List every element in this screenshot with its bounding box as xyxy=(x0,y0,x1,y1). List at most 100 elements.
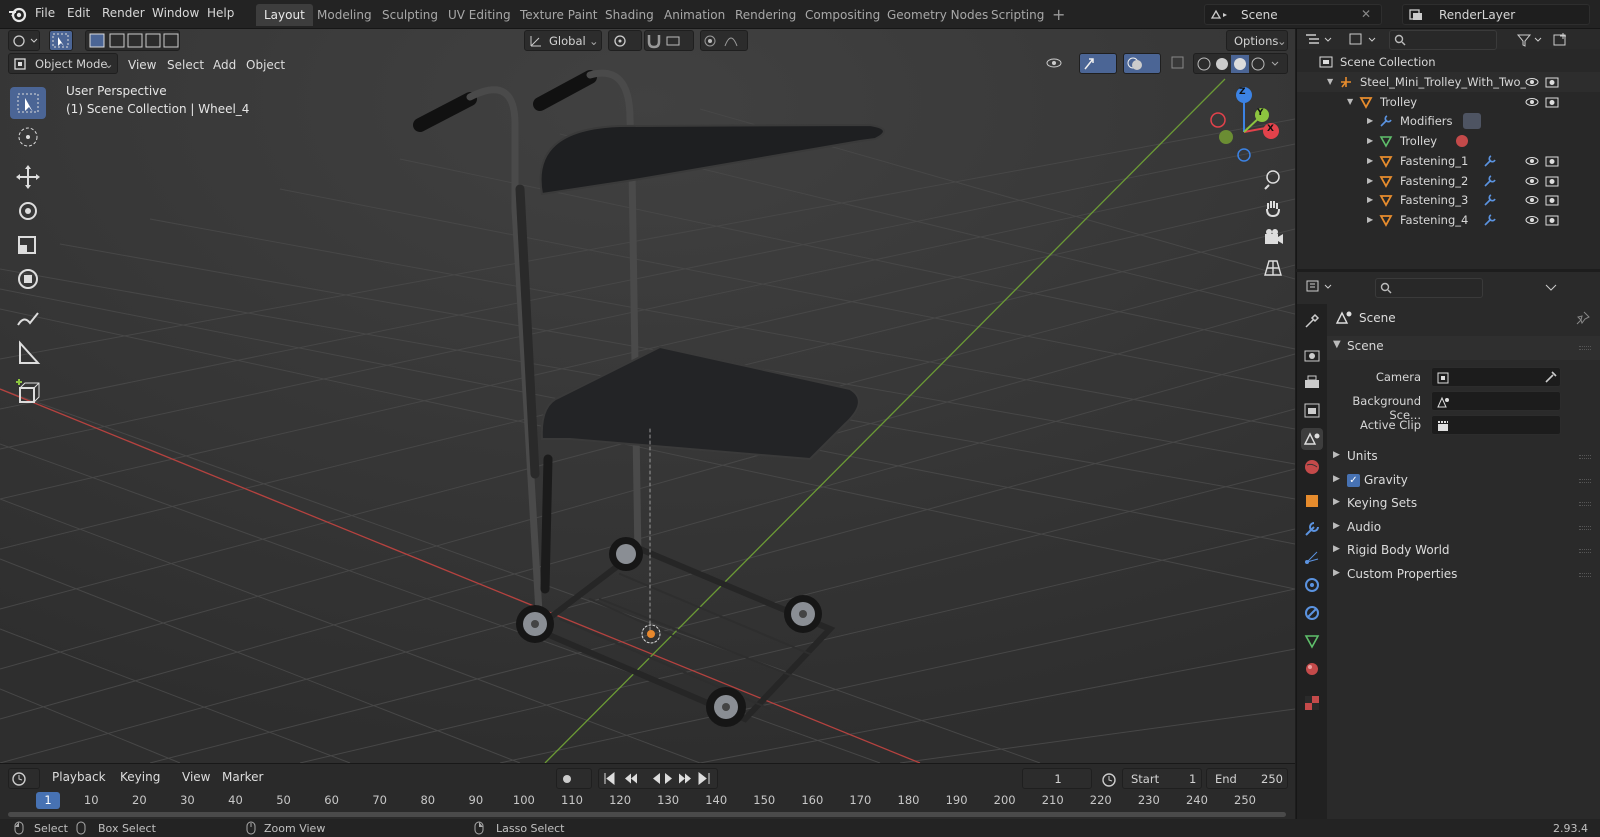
expand-triangle-icon[interactable]: ▶ xyxy=(1367,210,1373,230)
shading-mode-buttons[interactable] xyxy=(1193,53,1288,74)
visibility-eye-icon[interactable] xyxy=(1525,194,1539,206)
playback-controls[interactable] xyxy=(598,768,718,789)
render-camera-toggle-icon[interactable] xyxy=(1545,155,1559,167)
pan-button[interactable] xyxy=(1260,195,1286,221)
modifier-wrench-icon[interactable] xyxy=(1483,174,1501,188)
timeline-scrollbar[interactable] xyxy=(8,812,1286,817)
auto-keying-button[interactable] xyxy=(556,768,592,789)
tab-sculpting[interactable]: Sculpting xyxy=(374,4,446,26)
tab-animation[interactable]: Animation xyxy=(656,4,733,26)
viewport-menu-view[interactable]: View xyxy=(128,55,156,75)
outliner-row[interactable]: ▶ Fastening_3 xyxy=(1297,190,1600,210)
view-layer-selector[interactable]: RenderLayer xyxy=(1402,4,1590,25)
tab-physics[interactable] xyxy=(1301,574,1323,596)
3d-viewport[interactable]: Z X Y Global ⌄ Options ⌄ Object Mode ⌄ V… xyxy=(0,29,1295,763)
viewport-menu-select[interactable]: Select xyxy=(167,55,204,75)
tab-data[interactable] xyxy=(1301,630,1323,652)
wheel-back-right[interactable] xyxy=(784,595,822,633)
render-camera-toggle-icon[interactable] xyxy=(1545,76,1559,88)
outliner-row[interactable]: ▶ Fastening_1 xyxy=(1297,151,1600,171)
wheel-front-left[interactable] xyxy=(516,605,554,643)
expand-triangle-icon[interactable]: ▶ xyxy=(1367,151,1373,171)
outliner-search-input[interactable] xyxy=(1389,30,1497,50)
tab-texture-paint[interactable]: Texture Paint xyxy=(512,4,605,26)
expand-triangle-icon[interactable]: ▶ xyxy=(1367,131,1373,151)
outliner-row[interactable]: ▶ Fastening_4 xyxy=(1297,210,1600,230)
expand-triangle-icon[interactable]: ▶ xyxy=(1367,190,1373,210)
visibility-eye-icon[interactable] xyxy=(1525,155,1539,167)
measure-tool[interactable] xyxy=(10,337,46,369)
eyedropper-icon[interactable] xyxy=(1544,370,1558,384)
modifier-badge-icon[interactable] xyxy=(1463,113,1481,130)
end-frame-field[interactable]: End 250 xyxy=(1206,768,1288,789)
tab-layout[interactable]: Layout xyxy=(256,4,313,26)
gravity-checkbox[interactable]: ✓ xyxy=(1347,473,1360,487)
mode-dropdown[interactable]: Object Mode ⌄ xyxy=(8,53,118,74)
tab-view-layer[interactable] xyxy=(1301,400,1323,422)
tab-compositing[interactable]: Compositing xyxy=(797,4,888,26)
tab-modifiers[interactable] xyxy=(1301,518,1323,540)
options-dropdown[interactable]: Options ⌄ xyxy=(1226,30,1288,51)
outliner-row[interactable]: ▼ Steel_Mini_Trolley_With_Two_ xyxy=(1297,72,1600,92)
move-tool[interactable] xyxy=(10,161,46,193)
tab-geometry-nodes[interactable]: Geometry Nodes xyxy=(879,4,996,26)
properties-search-input[interactable] xyxy=(1375,278,1483,298)
viewport-menu-object[interactable]: Object xyxy=(246,55,285,75)
add-workspace-icon[interactable]: + xyxy=(1044,4,1073,26)
pin-icon[interactable] xyxy=(1575,310,1591,326)
scene-close-icon[interactable]: ✕ xyxy=(1361,7,1371,21)
cursor-tool[interactable] xyxy=(10,121,46,153)
panel-grip-icon[interactable] xyxy=(1579,478,1591,483)
ortho-toggle-button[interactable] xyxy=(1260,255,1286,281)
timeline-menu-marker[interactable]: Marker xyxy=(222,770,263,784)
outliner-row[interactable]: ▶ Fastening_2 xyxy=(1297,171,1600,191)
selection-mode-buttons[interactable] xyxy=(85,30,180,51)
tab-particles[interactable] xyxy=(1301,546,1323,568)
expand-triangle-icon[interactable]: ▼ xyxy=(1347,92,1353,112)
zoom-button[interactable] xyxy=(1260,166,1286,192)
tab-render[interactable] xyxy=(1301,344,1323,366)
visibility-eye-icon[interactable] xyxy=(1525,175,1539,187)
expand-triangle-icon[interactable]: ▶ xyxy=(1367,171,1373,191)
timeline-menu-view[interactable]: View xyxy=(182,770,210,784)
tab-material[interactable] xyxy=(1301,658,1323,680)
tab-uv-editing[interactable]: UV Editing xyxy=(440,4,519,26)
new-collection-icon[interactable] xyxy=(1551,32,1571,48)
panel-gravity[interactable]: ▶ ✓ Gravity xyxy=(1327,470,1600,492)
tab-rendering[interactable]: Rendering xyxy=(727,4,804,26)
panel-grip-icon[interactable] xyxy=(1579,346,1591,350)
modifier-wrench-icon[interactable] xyxy=(1483,193,1501,207)
proportional-edit-buttons[interactable] xyxy=(700,30,748,51)
camera-field[interactable] xyxy=(1431,367,1561,387)
timeline-menu-keying[interactable]: Keying xyxy=(120,770,160,784)
panel-grip-icon[interactable] xyxy=(1579,525,1591,530)
properties-editor-icon[interactable] xyxy=(1305,279,1335,295)
pivot-point-dropdown[interactable] xyxy=(608,30,642,51)
timeline-menu-playback[interactable]: Playback xyxy=(52,770,106,784)
properties-options-chevron-icon[interactable] xyxy=(1543,279,1559,295)
outliner-scene-collection[interactable]: Scene Collection xyxy=(1297,52,1600,72)
panel-custom-properties[interactable]: ▶ Custom Properties xyxy=(1327,564,1600,586)
add-cube-tool[interactable] xyxy=(10,377,46,409)
transform-orientation-dropdown[interactable]: Global ⌄ xyxy=(524,30,602,51)
visibility-dropdown[interactable] xyxy=(1044,53,1076,74)
tab-modeling[interactable]: Modeling xyxy=(309,4,380,26)
tab-object[interactable] xyxy=(1301,490,1323,512)
render-camera-toggle-icon[interactable] xyxy=(1545,194,1559,206)
render-camera-toggle-icon[interactable] xyxy=(1545,214,1559,226)
tab-texture[interactable] xyxy=(1301,692,1323,714)
background-scene-field[interactable] xyxy=(1431,391,1561,411)
outliner-row[interactable]: ▼ Trolley xyxy=(1297,92,1600,112)
current-frame-field[interactable]: 1 xyxy=(1022,768,1092,789)
outliner-row[interactable]: ▶ Trolley xyxy=(1297,131,1600,151)
wheel-back-left[interactable] xyxy=(609,537,643,571)
tab-scene[interactable] xyxy=(1301,428,1323,450)
annotate-tool[interactable] xyxy=(10,303,46,335)
gizmo-toggle-button[interactable] xyxy=(1079,53,1117,74)
xray-toggle-button[interactable] xyxy=(1168,53,1188,74)
scale-tool[interactable] xyxy=(10,229,46,261)
visibility-eye-icon[interactable] xyxy=(1525,76,1539,88)
panel-grip-icon[interactable] xyxy=(1579,573,1591,577)
panel-audio[interactable]: ▶ Audio xyxy=(1327,517,1600,539)
display-mode-icon[interactable] xyxy=(1347,32,1377,48)
